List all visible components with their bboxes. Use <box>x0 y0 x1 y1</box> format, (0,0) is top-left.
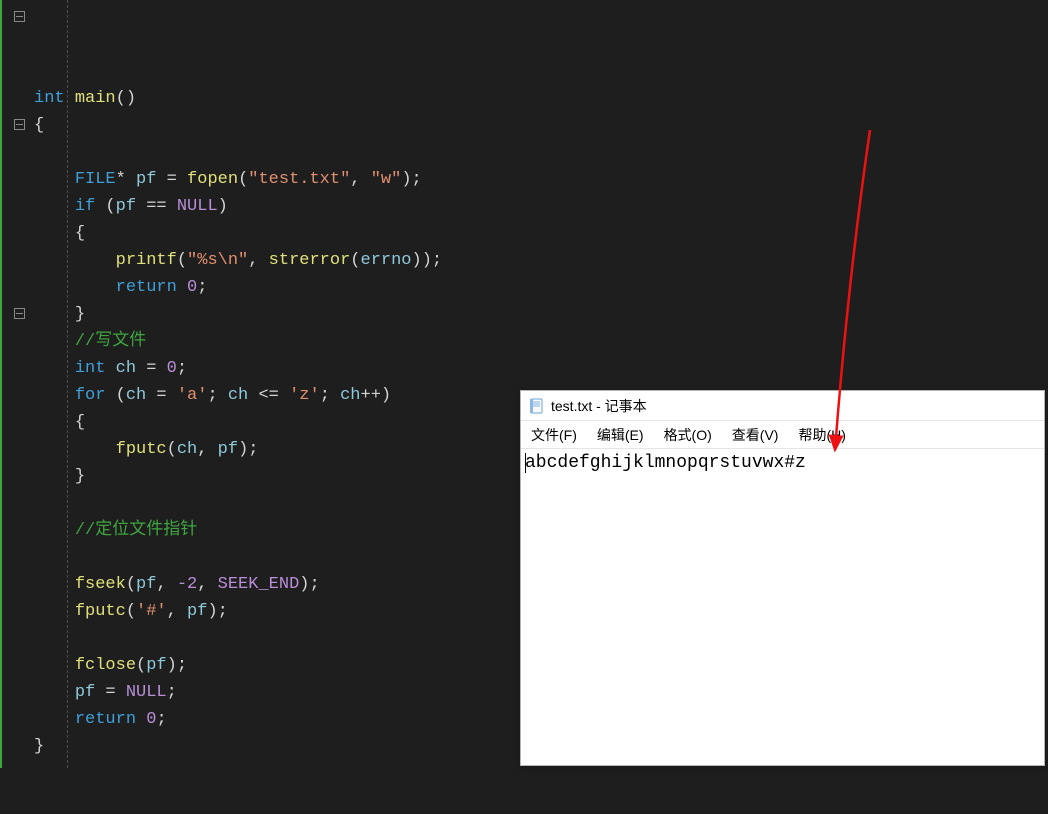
fold-minus-icon[interactable] <box>14 308 25 319</box>
gutter-row <box>4 166 34 193</box>
gutter-row <box>4 517 34 544</box>
code-line[interactable]: { <box>34 112 1048 139</box>
gutter-row <box>4 220 34 247</box>
gutter-row <box>4 4 34 31</box>
code-line[interactable] <box>34 139 1048 166</box>
gutter-row <box>4 409 34 436</box>
code-line[interactable]: FILE* pf = fopen("test.txt", "w"); <box>34 166 1048 193</box>
file-content: abcdefghijklmnopqrstuvwx#z <box>525 453 806 473</box>
gutter-row <box>4 85 34 112</box>
notepad-menubar[interactable]: 文件(F) 编辑(E) 格式(O) 查看(V) 帮助(H) <box>521 421 1044 449</box>
gutter-row <box>4 247 34 274</box>
notepad-icon <box>529 398 545 414</box>
gutter-row <box>4 571 34 598</box>
gutter-row <box>4 463 34 490</box>
gutter-row <box>4 58 34 85</box>
indent-guide <box>67 0 68 768</box>
gutter-row <box>4 652 34 679</box>
gutter-row <box>4 31 34 58</box>
fold-minus-icon[interactable] <box>14 119 25 130</box>
code-line[interactable]: { <box>34 220 1048 247</box>
gutter-row <box>4 382 34 409</box>
code-line[interactable]: int main() <box>34 85 1048 112</box>
menu-format[interactable]: 格式(O) <box>658 423 718 447</box>
notepad-window[interactable]: test.txt - 记事本 文件(F) 编辑(E) 格式(O) 查看(V) 帮… <box>520 390 1045 766</box>
gutter-row <box>4 544 34 571</box>
gutter-row <box>4 490 34 517</box>
gutter-row <box>4 139 34 166</box>
gutter-row <box>4 436 34 463</box>
gutter-row <box>4 625 34 652</box>
gutter-row <box>4 355 34 382</box>
code-line[interactable]: int ch = 0; <box>34 355 1048 382</box>
gutter-row <box>4 328 34 355</box>
menu-file[interactable]: 文件(F) <box>525 423 583 447</box>
code-line[interactable]: if (pf == NULL) <box>34 193 1048 220</box>
notepad-title: test.txt - 记事本 <box>551 396 647 416</box>
notepad-titlebar[interactable]: test.txt - 记事本 <box>521 391 1044 421</box>
notepad-content[interactable]: abcdefghijklmnopqrstuvwx#z <box>521 449 1044 477</box>
fold-gutter <box>0 0 34 768</box>
gutter-row <box>4 274 34 301</box>
menu-help[interactable]: 帮助(H) <box>792 423 851 447</box>
code-line[interactable]: } <box>34 301 1048 328</box>
gutter-row <box>4 598 34 625</box>
code-line[interactable]: printf("%s\n", strerror(errno)); <box>34 247 1048 274</box>
code-line[interactable]: return 0; <box>34 274 1048 301</box>
gutter-row <box>4 301 34 328</box>
gutter-row <box>4 193 34 220</box>
code-line[interactable]: //写文件 <box>34 328 1048 355</box>
menu-view[interactable]: 查看(V) <box>726 423 785 447</box>
fold-minus-icon[interactable] <box>14 11 25 22</box>
gutter-row <box>4 112 34 139</box>
menu-edit[interactable]: 编辑(E) <box>591 423 650 447</box>
